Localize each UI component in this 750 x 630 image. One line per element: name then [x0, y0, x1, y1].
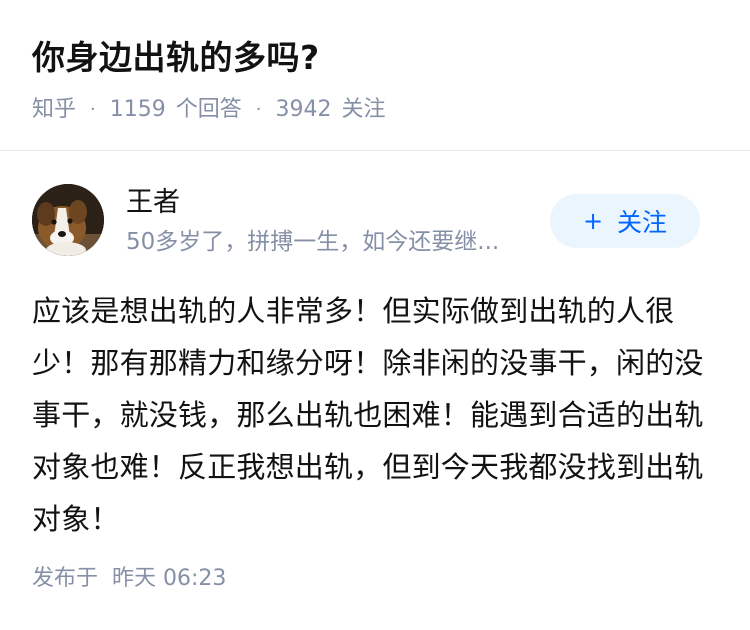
answer-content[interactable]: 应该是想出轨的人非常多！但实际做到出轨的人很少！那有那精力和缘分呀！除非闲的没事…: [32, 285, 718, 545]
source-label[interactable]: 知乎: [32, 94, 76, 126]
meta-separator: ·: [90, 99, 96, 120]
question-title[interactable]: 你身边出轨的多吗?: [32, 32, 718, 84]
follow-button-label: 关注: [617, 208, 668, 237]
author-bio: 50多岁了，拼搏一生，如今还要继...: [126, 229, 500, 255]
question-header: 你身边出轨的多吗? 知乎 · 1159 个回答 · 3942 关注: [32, 32, 718, 126]
follower-count: 3942: [275, 97, 332, 122]
avatar[interactable]: [32, 184, 104, 256]
published-time: 昨天 06:23: [112, 566, 227, 591]
follower-count-label: 关注: [341, 97, 386, 122]
answer-footer: 发布于 昨天 06:23: [32, 563, 226, 595]
follow-button[interactable]: + 关注: [550, 194, 700, 248]
author-info: 王者 50多岁了，拼搏一生，如今还要继... + 关注: [32, 184, 700, 260]
author-name[interactable]: 王者: [126, 184, 180, 222]
answer-count: 1159: [109, 97, 166, 122]
published-label: 发布于: [32, 566, 99, 591]
plus-icon: +: [582, 207, 604, 235]
dog-avatar-icon: [32, 184, 104, 256]
meta-separator: ·: [255, 99, 262, 120]
header-divider: [0, 150, 750, 151]
question-meta: 知乎 · 1159 个回答 · 3942 关注: [32, 94, 718, 126]
answer-count-label: 个回答: [175, 97, 242, 122]
